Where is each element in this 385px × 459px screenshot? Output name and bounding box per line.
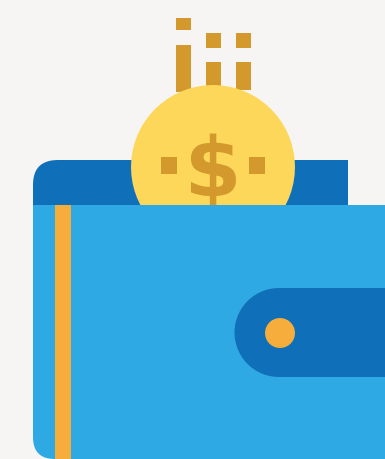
wallet-clasp-button — [265, 318, 295, 348]
wallet-clasp-strap — [234, 288, 385, 377]
wallet-with-dollar-coin-icon: $ — [33, 18, 385, 459]
wallet-illustration: $ — [0, 0, 385, 459]
dollar-sign: $ — [184, 121, 241, 216]
wallet-stripe — [55, 205, 71, 459]
wallet-front — [33, 205, 385, 459]
